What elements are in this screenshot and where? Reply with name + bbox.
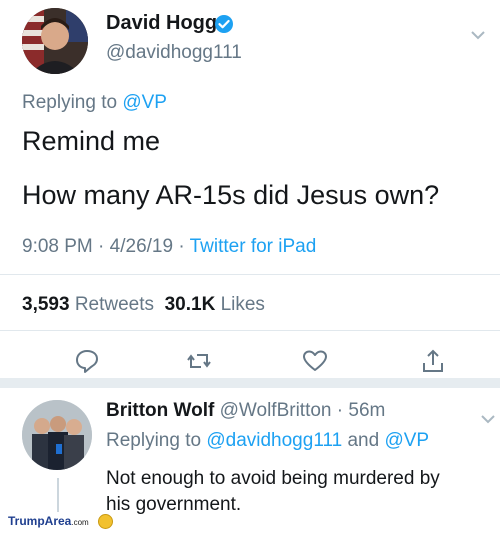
thread-line <box>57 478 59 512</box>
divider <box>0 330 500 331</box>
replying-handle-link[interactable]: @VP <box>122 92 167 113</box>
retweets-stat[interactable]: 3,593 Retweets <box>22 294 154 315</box>
reply-age[interactable]: 56m <box>348 400 385 421</box>
watermark-brand: TrumpArea <box>8 514 72 528</box>
tweet-stats: 3,593 Retweets 30.1K Likes <box>22 294 265 316</box>
tweet-time[interactable]: 9:08 PM <box>22 236 93 257</box>
section-separator <box>0 378 500 388</box>
likes-count: 30.1K <box>164 294 216 315</box>
author-avatar[interactable] <box>22 8 88 74</box>
watermark-tld: .com <box>71 518 89 527</box>
watermark-logo: TrumpArea.com <box>8 514 89 528</box>
meta-separator: · <box>331 400 349 421</box>
reply-author-handle[interactable]: @WolfBritton <box>220 400 332 421</box>
replying-to: Replying to @VP <box>22 92 167 114</box>
meta-separator: · <box>98 236 105 257</box>
tweet-text-line-2: How many AR-15s did Jesus own? <box>22 180 440 210</box>
heart-icon[interactable] <box>302 348 328 374</box>
tweet-source-link[interactable]: Twitter for iPad <box>190 236 317 257</box>
chevron-down-icon[interactable] <box>480 414 496 424</box>
replying-prefix: Replying to <box>106 430 207 451</box>
retweet-icon[interactable] <box>186 348 212 374</box>
reply-author-avatar[interactable] <box>22 400 92 470</box>
divider <box>0 274 500 275</box>
reply-text-line-2: his government. <box>106 494 242 515</box>
replying-and: and <box>342 430 385 451</box>
author-handle[interactable]: @davidhogg111 <box>106 42 242 64</box>
meta-separator: · <box>178 236 185 257</box>
likes-stat[interactable]: 30.1K Likes <box>165 294 265 315</box>
verified-badge-icon <box>215 15 233 33</box>
replying-handle-link[interactable]: @davidhogg111 <box>206 430 342 451</box>
reply-replying-to: Replying to @davidhogg111 and @VP <box>106 430 429 452</box>
chevron-down-icon[interactable] <box>470 30 486 40</box>
reply-text-line-1: Not enough to avoid being murdered by <box>106 468 440 489</box>
retweets-label: Retweets <box>74 294 155 315</box>
likes-label: Likes <box>220 294 265 315</box>
reply-author-name[interactable]: Britton Wolf <box>106 400 214 421</box>
coin-icon <box>98 514 113 529</box>
replying-prefix: Replying to <box>22 92 123 113</box>
tweet-date[interactable]: 4/26/19 <box>110 236 173 257</box>
retweets-count: 3,593 <box>22 294 70 315</box>
tweet-text-line-1: Remind me <box>22 126 161 156</box>
tweet-meta: 9:08 PM · 4/26/19 · Twitter for iPad <box>22 236 316 258</box>
reply-icon[interactable] <box>74 348 100 374</box>
share-icon[interactable] <box>420 348 446 374</box>
reply-header: Britton Wolf @WolfBritton · 56m <box>106 400 385 422</box>
author-name[interactable]: David Hogg <box>106 12 217 35</box>
replying-handle-link[interactable]: @VP <box>384 430 429 451</box>
